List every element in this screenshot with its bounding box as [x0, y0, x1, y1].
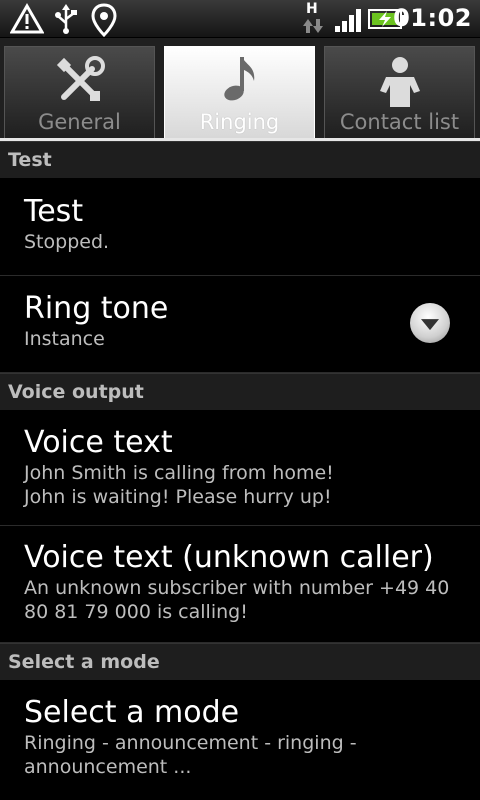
usb-icon [55, 4, 77, 34]
item-title: Test [24, 194, 84, 229]
item-title: Voice text [24, 425, 173, 460]
status-bar: H 01:02 [0, 0, 480, 38]
item-title: Select a mode [24, 695, 240, 730]
music-note-icon [223, 57, 254, 101]
person-icon [379, 57, 420, 107]
tools-icon [56, 56, 105, 101]
category-header-voice-output: Voice output [0, 373, 480, 410]
location-icon [91, 3, 117, 37]
voice-text-unknown-item[interactable]: Voice text (unknown caller) An unknown s… [0, 526, 480, 643]
item-summary: Stopped. [24, 231, 110, 253]
preference-list: Test Test Stopped. Ring tone Instance Vo… [0, 141, 480, 798]
tab-ringing[interactable]: Ringing [164, 46, 315, 138]
tab-contact-list[interactable]: Contact list [324, 46, 475, 138]
item-title: Ring tone [24, 291, 169, 326]
ring-tone-item[interactable]: Ring tone Instance [0, 276, 480, 373]
item-summary-line-1: An unknown subscriber with number +49 40 [24, 577, 450, 599]
chevron-down-icon [421, 319, 439, 331]
category-header-test: Test [0, 141, 480, 178]
category-header-select-mode: Select a mode [0, 643, 480, 680]
item-summary-line-1: John Smith is calling from home! [24, 462, 334, 484]
signal-icon [335, 9, 361, 32]
tab-general-label: General [38, 110, 121, 134]
warning-icon [10, 3, 44, 34]
item-summary-line-1: Ringing - announcement - ringing - [24, 732, 357, 754]
item-summary-line-2: 80 81 79 000 is calling! [24, 601, 248, 623]
item-summary-line-2: announcement ... [24, 756, 192, 778]
test-item[interactable]: Test Stopped. [0, 178, 480, 276]
item-summary: Instance [24, 328, 105, 350]
data-transfer-icon: H [302, 1, 324, 35]
tab-ringing-label: Ringing [199, 110, 280, 134]
select-mode-item[interactable]: Select a mode Ringing - announcement - r… [0, 680, 480, 798]
tab-contact-list-label: Contact list [339, 110, 460, 134]
item-title: Voice text (unknown caller) [24, 540, 434, 575]
voice-text-item[interactable]: Voice text John Smith is calling from ho… [0, 410, 480, 526]
clock: 01:02 [393, 4, 472, 32]
item-summary-line-2: John is waiting! Please hurry up! [24, 486, 332, 508]
tab-general[interactable]: General [4, 46, 155, 138]
tab-bar: General Ringing Contact list [0, 38, 480, 140]
dropdown-button[interactable] [410, 303, 450, 343]
network-type-label: H [306, 1, 318, 17]
